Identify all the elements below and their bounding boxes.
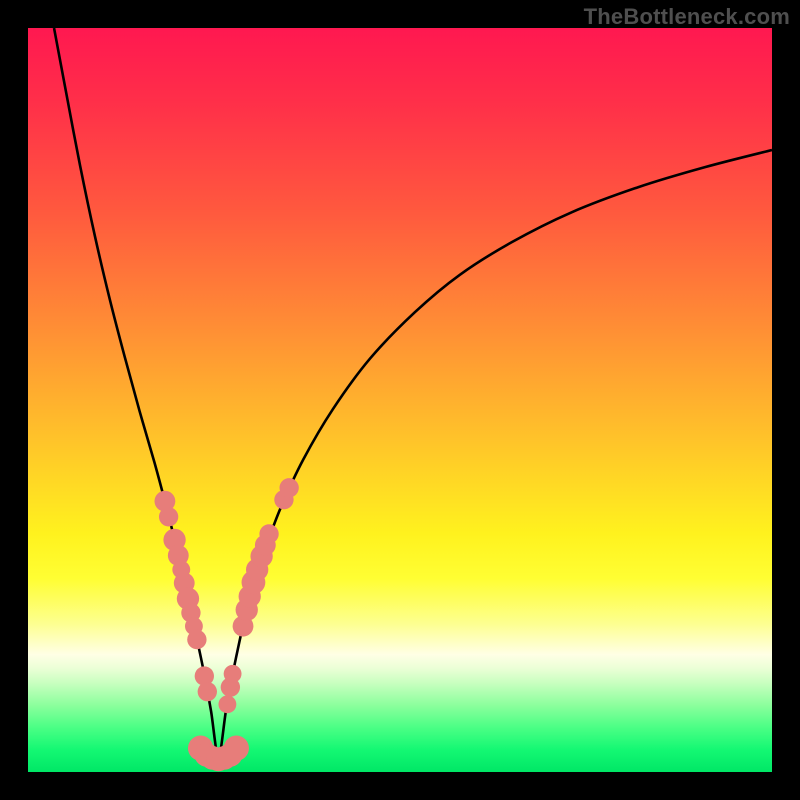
highlight-marker: [159, 507, 178, 526]
highlight-marker: [279, 478, 298, 497]
chart-frame: TheBottleneck.com: [0, 0, 800, 800]
highlight-marker: [224, 736, 249, 761]
highlight-marker: [218, 695, 236, 713]
bottleneck-curve: [54, 28, 772, 756]
highlight-marker: [187, 630, 206, 649]
marker-group: [154, 478, 298, 771]
highlight-marker: [259, 524, 278, 543]
highlight-marker: [224, 665, 242, 683]
watermark-text: TheBottleneck.com: [584, 4, 790, 30]
plot-area: [28, 28, 772, 772]
highlight-marker: [198, 682, 217, 701]
curve-layer: [28, 28, 772, 772]
